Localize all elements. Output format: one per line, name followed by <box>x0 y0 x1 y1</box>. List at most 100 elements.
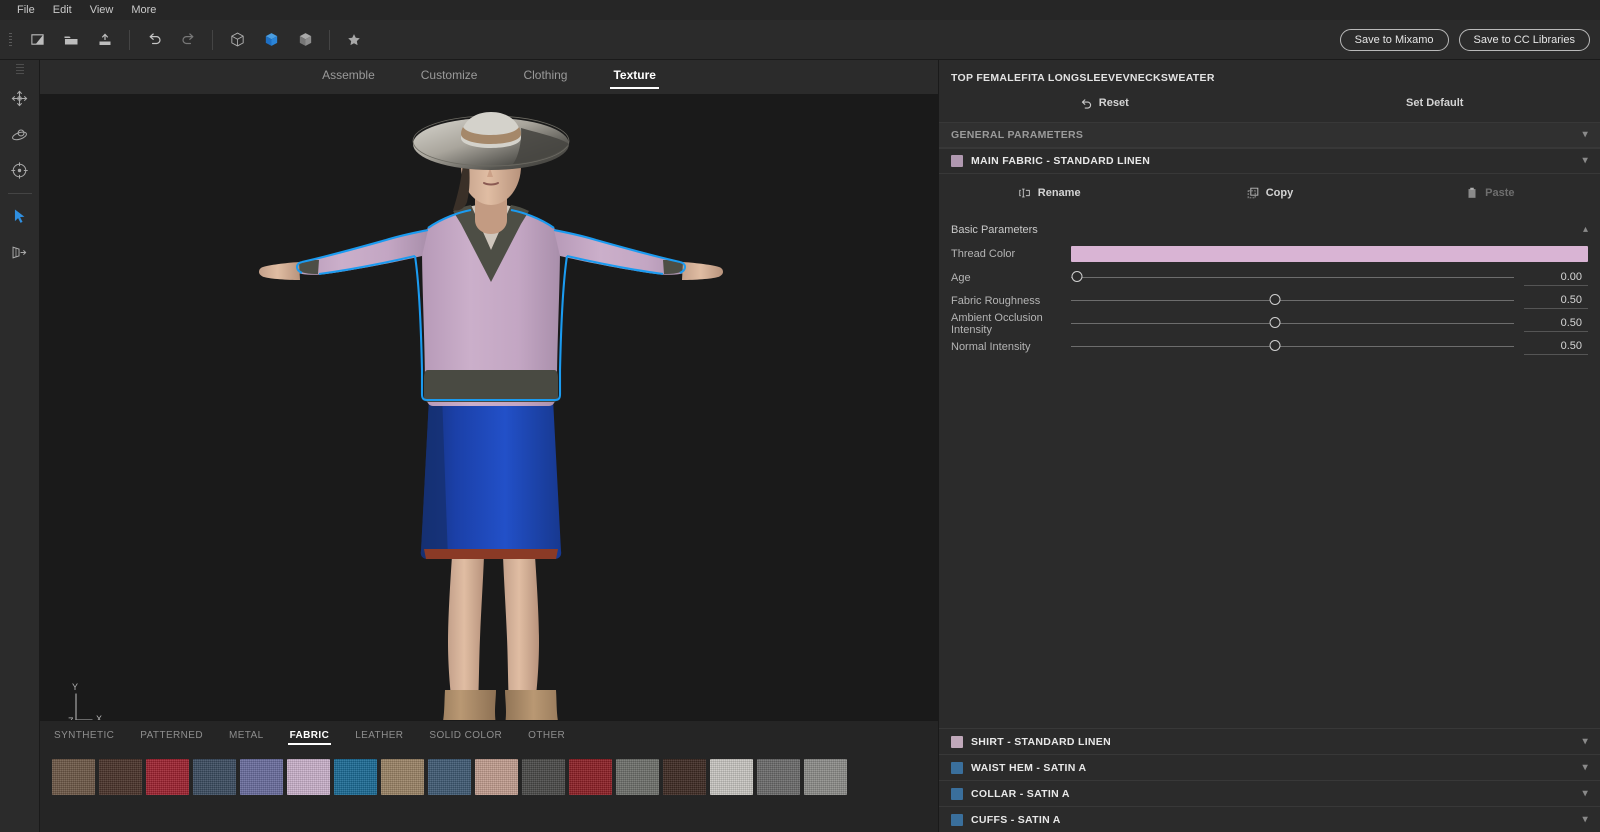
slider-track-ambient-occlusion-intensity[interactable] <box>1071 323 1514 324</box>
basic-parameters-header[interactable]: Basic Parameters ▴ <box>939 218 1600 242</box>
set-default-button[interactable]: Set Default <box>1270 97 1600 109</box>
material-row-3[interactable]: CUFFS - SATIN A▾ <box>939 806 1600 832</box>
swatch-charcoal[interactable] <box>522 759 565 795</box>
menu-edit[interactable]: Edit <box>44 1 81 19</box>
rename-button[interactable]: Rename <box>939 186 1159 200</box>
chevron-down-icon: ▾ <box>1583 763 1588 773</box>
param-value-fabric-roughness[interactable]: 0.50 <box>1524 292 1588 309</box>
material-color-chip <box>951 736 963 748</box>
swatch-khaki-burlap[interactable] <box>381 759 424 795</box>
material-tab-solid-color[interactable]: SOLID COLOR <box>429 730 502 741</box>
material-row-2[interactable]: COLLAR - SATIN A▾ <box>939 780 1600 806</box>
param-control-normal-intensity[interactable] <box>1071 335 1514 358</box>
material-tab-patterned[interactable]: PATTERNED <box>140 730 203 741</box>
main-tab-bar: Assemble Customize Clothing Texture <box>40 60 938 94</box>
reset-button[interactable]: Reset <box>939 97 1270 110</box>
cube-wireframe-icon[interactable] <box>221 25 253 55</box>
star-icon[interactable] <box>338 25 370 55</box>
select-cursor-tool-icon[interactable] <box>5 201 35 231</box>
material-tab-leather[interactable]: LEATHER <box>355 730 403 741</box>
param-value-normal-intensity[interactable]: 0.50 <box>1524 338 1588 355</box>
swatch-light-weave[interactable] <box>804 759 847 795</box>
swatch-red-crimson[interactable] <box>146 759 189 795</box>
swatch-blush-linen[interactable] <box>475 759 518 795</box>
chevron-down-icon: ▾ <box>1583 815 1588 825</box>
3d-viewport[interactable]: Y Z X <box>40 94 938 720</box>
color-swatch-thread-color[interactable] <box>1071 246 1588 262</box>
material-row-1[interactable]: WAIST HEM - SATIN A▾ <box>939 754 1600 780</box>
focus-target-tool-icon[interactable] <box>5 155 35 185</box>
undo-icon[interactable] <box>138 25 170 55</box>
toolbar-grip[interactable] <box>6 30 20 50</box>
tab-customize[interactable]: Customize <box>421 68 478 87</box>
swatch-grey-mesh[interactable] <box>757 759 800 795</box>
param-control-ambient-occlusion-intensity[interactable] <box>1071 312 1514 335</box>
material-tab-metal[interactable]: METAL <box>229 730 264 741</box>
swatch-teal-blue[interactable] <box>334 759 377 795</box>
swatch-red-velvet[interactable] <box>569 759 612 795</box>
swatch-lilac[interactable] <box>287 759 330 795</box>
swatch-grey-tweed[interactable] <box>616 759 659 795</box>
slider-track-age[interactable] <box>1071 277 1514 278</box>
slider-track-fabric-roughness[interactable] <box>1071 300 1514 301</box>
rail-grip[interactable] <box>14 64 26 74</box>
param-control-fabric-roughness[interactable] <box>1071 289 1514 312</box>
model-legs <box>448 556 539 704</box>
chevron-down-icon: ▾ <box>1583 156 1588 166</box>
parameter-rows: Thread ColorAge0.00Fabric Roughness0.50A… <box>939 242 1600 358</box>
tab-assemble[interactable]: Assemble <box>322 68 375 87</box>
save-to-cc-libraries-button[interactable]: Save to CC Libraries <box>1459 29 1591 51</box>
left-tool-rail <box>0 60 40 832</box>
paste-icon <box>1465 186 1479 200</box>
swatch-brown-tweed[interactable] <box>52 759 95 795</box>
slider-knob-fabric-roughness[interactable] <box>1269 294 1280 305</box>
material-color-chip <box>951 814 963 826</box>
swatch-dark-brown[interactable] <box>99 759 142 795</box>
copy-icon <box>1246 186 1260 200</box>
tab-clothing[interactable]: Clothing <box>523 68 567 87</box>
section-main-fabric[interactable]: MAIN FABRIC - STANDARD LINEN ▾ <box>939 148 1600 174</box>
section-general-parameters[interactable]: GENERAL PARAMETERS ▾ <box>939 122 1600 148</box>
swatch-white-canvas[interactable] <box>710 759 753 795</box>
move-tool-icon[interactable] <box>5 83 35 113</box>
slider-knob-age[interactable] <box>1072 271 1083 282</box>
slider-knob-normal-intensity[interactable] <box>1269 340 1280 351</box>
save-to-mixamo-button[interactable]: Save to Mixamo <box>1340 29 1449 51</box>
swatch-denim-blue[interactable] <box>428 759 471 795</box>
swatch-slate-blue[interactable] <box>193 759 236 795</box>
import-icon[interactable] <box>89 25 121 55</box>
param-label-thread-color: Thread Color <box>951 248 1071 260</box>
swatch-periwinkle[interactable] <box>240 759 283 795</box>
character-model[interactable] <box>209 94 769 720</box>
param-value-age[interactable]: 0.00 <box>1524 269 1588 286</box>
slider-track-normal-intensity[interactable] <box>1071 346 1514 347</box>
swatch-espresso[interactable] <box>663 759 706 795</box>
orbit-tool-icon[interactable] <box>5 119 35 149</box>
chevron-down-icon: ▾ <box>1583 789 1588 799</box>
cube-grey-icon[interactable] <box>289 25 321 55</box>
material-tab-synthetic[interactable]: SYNTHETIC <box>54 730 114 741</box>
material-category-tabs: SYNTHETIC PATTERNED METAL FABRIC LEATHER… <box>40 721 938 749</box>
material-row-0[interactable]: SHIRT - STANDARD LINEN▾ <box>939 728 1600 754</box>
menu-file[interactable]: File <box>8 1 44 19</box>
material-tab-other[interactable]: OTHER <box>528 730 565 741</box>
param-control-age[interactable] <box>1071 266 1514 289</box>
menu-more[interactable]: More <box>122 1 165 19</box>
material-browser: SYNTHETIC PATTERNED METAL FABRIC LEATHER… <box>40 720 938 832</box>
tab-texture[interactable]: Texture <box>613 68 655 87</box>
param-row-fabric-roughness: Fabric Roughness0.50 <box>939 289 1600 312</box>
open-folder-icon[interactable] <box>55 25 87 55</box>
paste-button[interactable]: Paste <box>1380 186 1600 200</box>
param-control-thread-color[interactable] <box>1071 243 1588 266</box>
cube-blue-icon[interactable] <box>255 25 287 55</box>
menu-view[interactable]: View <box>81 1 123 19</box>
redo-icon[interactable] <box>172 25 204 55</box>
toolbar-divider-2 <box>212 30 213 50</box>
new-project-icon[interactable] <box>21 25 53 55</box>
slider-knob-ambient-occlusion-intensity[interactable] <box>1269 317 1280 328</box>
material-tab-fabric[interactable]: FABRIC <box>290 730 330 741</box>
chevron-up-icon: ▴ <box>1583 225 1588 235</box>
param-value-ambient-occlusion-intensity[interactable]: 0.50 <box>1524 315 1588 332</box>
copy-button[interactable]: Copy <box>1159 186 1379 200</box>
projection-tool-icon[interactable] <box>5 237 35 267</box>
